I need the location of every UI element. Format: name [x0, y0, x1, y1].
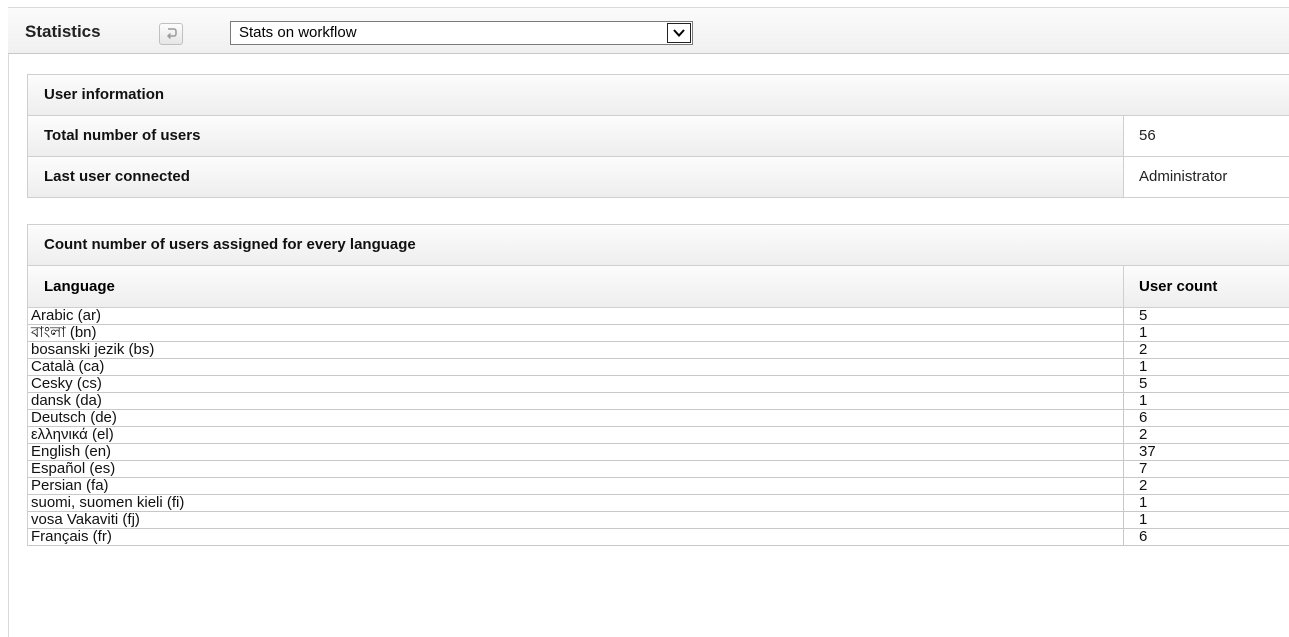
- chevron-down-icon[interactable]: [667, 23, 691, 43]
- table-row: Català (ca) 1: [28, 359, 1289, 376]
- language-name: Cesky (cs): [28, 376, 1124, 392]
- language-user-count: 2: [1139, 477, 1148, 494]
- language-name: ελληνικά (el): [28, 427, 1124, 443]
- stats-type-selected: Stats on workflow: [239, 24, 357, 41]
- content-border: [8, 54, 9, 637]
- last-user-label: Last user connected: [28, 157, 1124, 197]
- language-table-body: Arabic (ar) 5 বাংলা (bn) 1 bosanski jezik (b…: [28, 308, 1289, 546]
- language-name: vosa Vakaviti (fj): [28, 512, 1124, 528]
- language-name: bosanski jezik (bs): [28, 342, 1124, 358]
- language-name: Français (fr): [28, 529, 1124, 545]
- refresh-button[interactable]: [159, 23, 183, 45]
- table-row: ελληνικά (el) 2: [28, 427, 1289, 444]
- table-row: Français (fr) 6: [28, 529, 1289, 546]
- table-row: vosa Vakaviti (fj) 1: [28, 512, 1289, 529]
- page-title: Statistics: [25, 22, 101, 41]
- stats-type-select[interactable]: Stats on workflow: [230, 21, 693, 45]
- total-users-value: 56: [1124, 116, 1289, 156]
- language-name: Català (ca): [28, 359, 1124, 375]
- column-header-user-count: User count: [1124, 266, 1289, 307]
- language-name: Arabic (ar): [28, 308, 1124, 324]
- language-user-count: 2: [1139, 426, 1148, 443]
- language-name: Persian (fa): [28, 478, 1124, 494]
- language-user-count: 5: [1139, 375, 1148, 392]
- user-info-panel: User information Total number of users 5…: [27, 74, 1289, 198]
- language-name: Deutsch (de): [28, 410, 1124, 426]
- user-info-heading: User information: [28, 75, 1289, 116]
- total-users-label: Total number of users: [28, 116, 1124, 156]
- table-row: Cesky (cs) 5: [28, 376, 1289, 393]
- language-user-count: 5: [1139, 307, 1148, 324]
- language-name: English (en): [28, 444, 1124, 460]
- table-row: suomi, suomen kieli (fi) 1: [28, 495, 1289, 512]
- language-name: suomi, suomen kieli (fi): [28, 495, 1124, 511]
- language-panel: Count number of users assigned for every…: [27, 224, 1289, 546]
- table-row: dansk (da) 1: [28, 393, 1289, 410]
- table-row: English (en) 37: [28, 444, 1289, 461]
- language-user-count: 2: [1139, 341, 1148, 358]
- total-users-row: Total number of users 56: [28, 116, 1289, 157]
- table-row: Español (es) 7: [28, 461, 1289, 478]
- last-user-row: Last user connected Administrator: [28, 157, 1289, 198]
- language-user-count: 1: [1139, 324, 1148, 341]
- language-name: dansk (da): [28, 393, 1124, 409]
- language-user-count: 1: [1139, 358, 1148, 375]
- toolbar: Statistics Stats on workflow: [8, 7, 1289, 54]
- language-user-count: 1: [1139, 494, 1148, 511]
- language-name: বাংলা (bn): [28, 325, 1124, 341]
- table-row: বাংলা (bn) 1: [28, 325, 1289, 342]
- language-user-count: 1: [1139, 392, 1148, 409]
- language-table-header: Language User count: [28, 266, 1289, 308]
- last-user-value: Administrator: [1124, 157, 1289, 197]
- table-row: bosanski jezik (bs) 2: [28, 342, 1289, 359]
- language-user-count: 37: [1139, 443, 1156, 460]
- language-user-count: 7: [1139, 460, 1148, 477]
- language-user-count: 1: [1139, 511, 1148, 528]
- language-name: Español (es): [28, 461, 1124, 477]
- table-row: Persian (fa) 2: [28, 478, 1289, 495]
- table-row: Arabic (ar) 5: [28, 308, 1289, 325]
- table-row: Deutsch (de) 6: [28, 410, 1289, 427]
- language-heading: Count number of users assigned for every…: [28, 225, 1289, 266]
- language-user-count: 6: [1139, 409, 1148, 426]
- refresh-icon: [164, 27, 178, 41]
- column-header-language: Language: [28, 266, 1124, 307]
- language-user-count: 6: [1139, 528, 1148, 545]
